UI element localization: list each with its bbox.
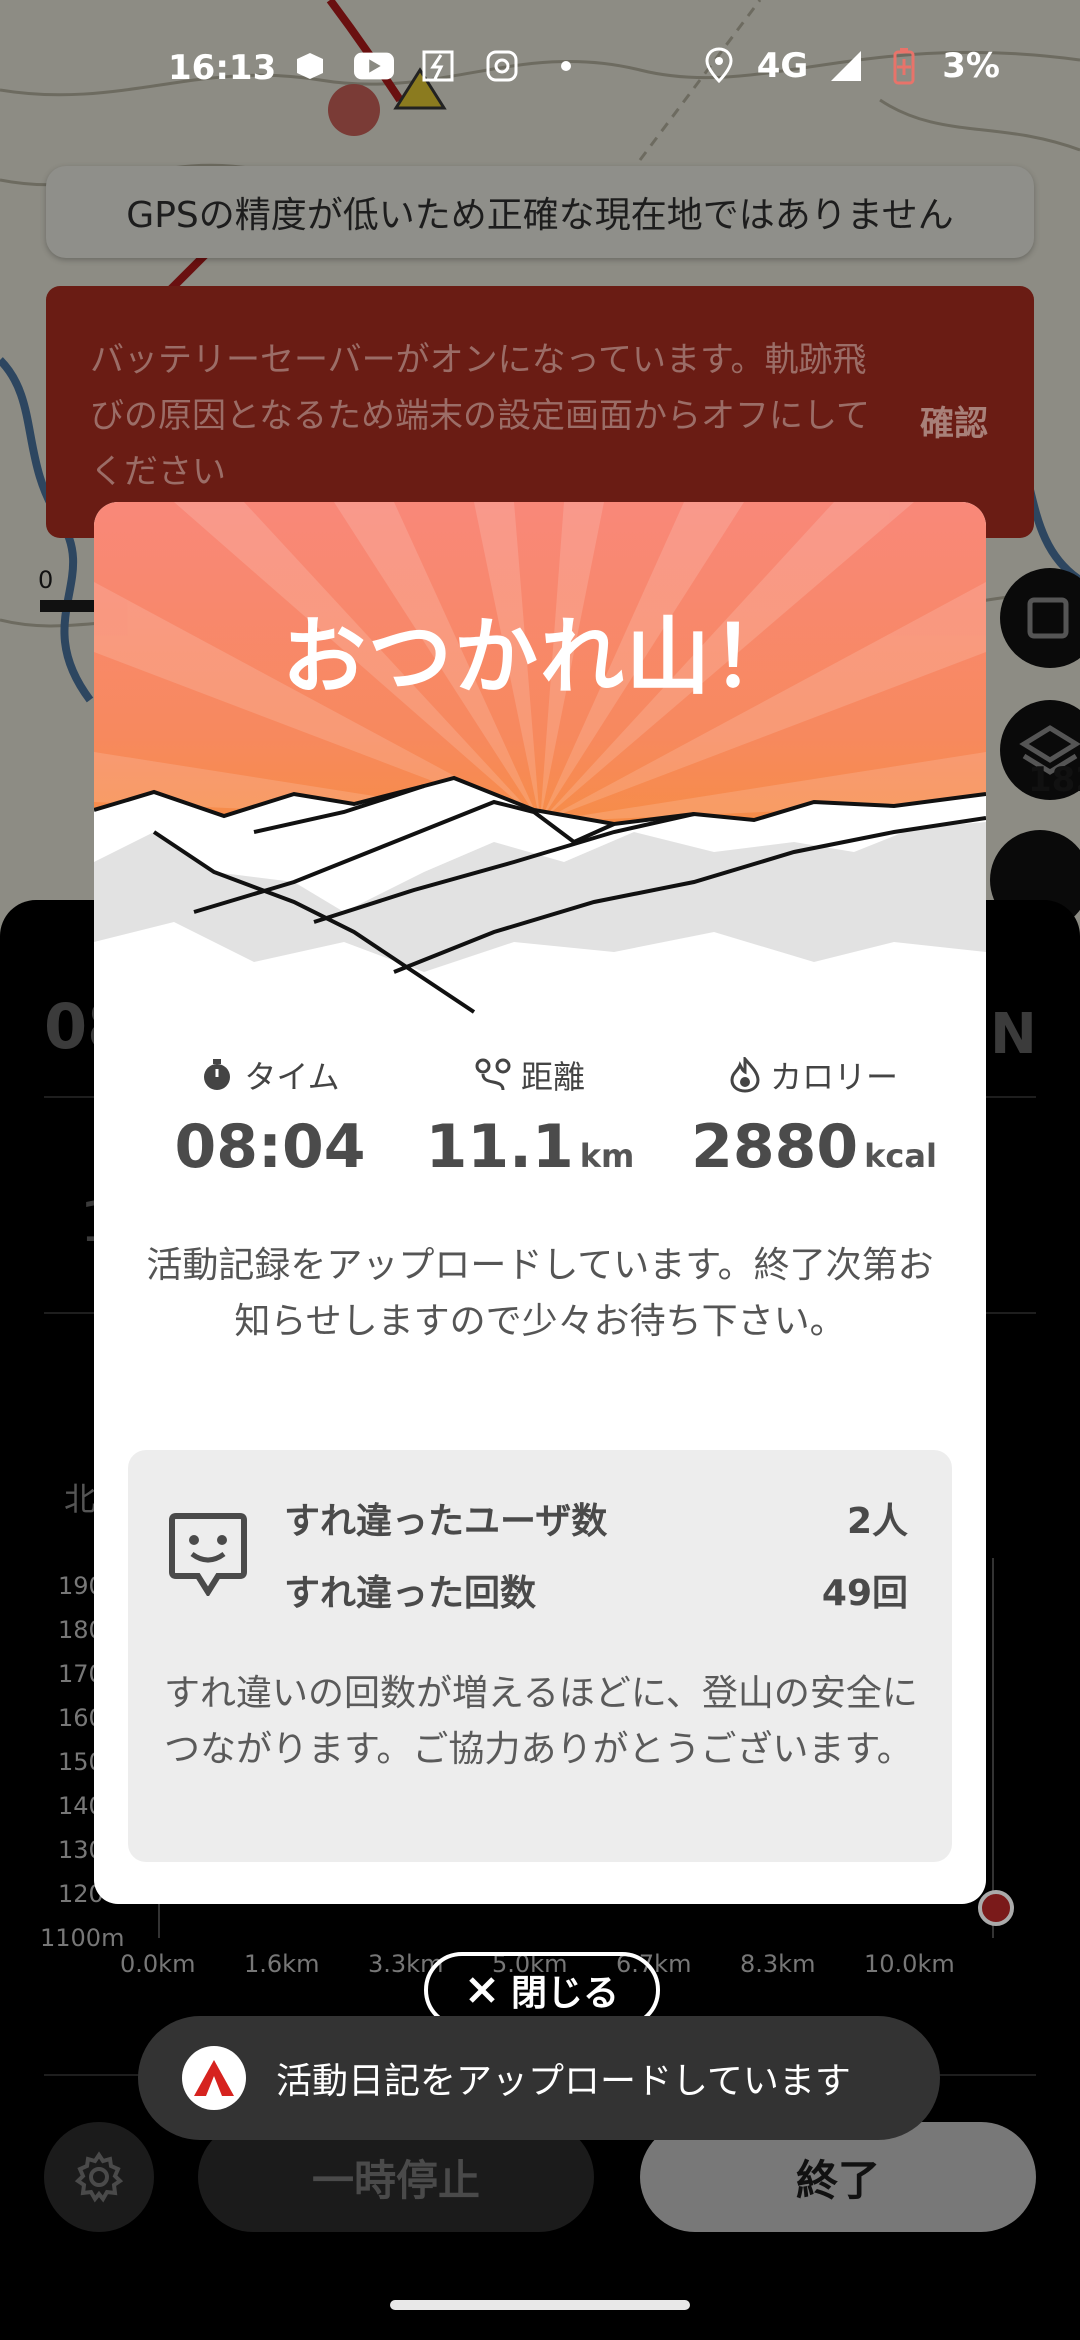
panel-north-partial: 北 <box>64 1480 97 1518</box>
stat-distance-unit: km <box>579 1137 635 1175</box>
dot-icon <box>546 46 586 86</box>
stopwatch-icon <box>204 1059 231 1090</box>
stat-distance-value: 11.1 <box>425 1112 574 1182</box>
gear-icon <box>74 2151 124 2203</box>
summary-hero: おつかれ山！ <box>94 502 986 1022</box>
edit-icon <box>1027 597 1069 639</box>
youtube-icon <box>354 46 394 86</box>
summary-stats: タイム 08:04 距離 11.1 km カロリー 2880 kcal <box>94 1052 986 1202</box>
network-type: 4G <box>756 46 809 86</box>
battery-banner-message: バッテリーセーバーがオンになっています。軌跡飛びの原因となるため端末の設定画面か… <box>90 340 870 492</box>
map-layer-button[interactable] <box>1000 568 1080 668</box>
battery-level: 3% <box>942 46 1000 86</box>
stat-calories-label: カロリー <box>769 1058 898 1096</box>
passing-users-value: 2人 <box>846 1501 908 1542</box>
box-icon <box>290 46 330 86</box>
location-icon <box>699 46 739 86</box>
stat-distance-label: 距離 <box>520 1058 585 1096</box>
status-time: 16:13 <box>168 48 277 88</box>
settings-button[interactable] <box>44 2122 154 2232</box>
passing-count-label: すれ違った回数 <box>284 1573 537 1614</box>
passing-face-icon <box>169 1513 247 1596</box>
gesture-bar[interactable] <box>390 2300 690 2310</box>
status-notifications <box>290 46 586 86</box>
passing-users-row: すれ違ったユーザ数 2人 <box>284 1492 908 1544</box>
battery-saver-banner: バッテリーセーバーがオンになっています。軌跡飛びの原因となるため端末の設定画面か… <box>46 286 1034 538</box>
mountain-illustration <box>94 502 986 1022</box>
battery-confirm-button[interactable]: 確認 <box>920 396 988 452</box>
snackbar-text: 活動日記をアップロードしています <box>276 2061 851 2102</box>
passing-note: すれ違いの回数が増えるほどに、登山の安全につながります。ご協力ありがとうございま… <box>164 1673 918 1770</box>
passing-users-label: すれ違ったユーザ数 <box>284 1501 608 1542</box>
summary-title: おつかれ山！ <box>281 608 798 706</box>
signal-icon <box>826 46 866 86</box>
map-scale-label: 0 <box>38 566 54 594</box>
app-logo-icon <box>182 2046 246 2110</box>
passing-count-value: 49回 <box>821 1573 908 1614</box>
passing-stats-box: すれ違ったユーザ数 2人 すれ違った回数 49回 すれ違いの回数が増えるほどに、… <box>128 1450 952 1862</box>
compass-indicator: N <box>990 1002 1037 1067</box>
flash-off-icon <box>418 46 458 86</box>
gps-accuracy-toast: GPSの精度が低いため正確な現在地ではありません <box>46 166 1034 258</box>
route-icon <box>475 1058 511 1091</box>
close-label: 閉じる <box>510 1973 619 2014</box>
stat-time-value: 08:04 <box>174 1112 366 1182</box>
distance-label: 0.0km <box>120 1950 196 1978</box>
distance-label: 8.3km <box>740 1950 816 1978</box>
finish-summary-dialog: おつかれ山！ タイム 08:04 距離 11.1 km カロリー 2880 kc… <box>94 502 986 1904</box>
stat-calories: カロリー 2880 kcal <box>674 1052 954 1182</box>
status-system: 4G 3% <box>699 46 1000 86</box>
distance-label: 1.6km <box>244 1950 320 1978</box>
distance-label: 10.0km <box>864 1950 955 1978</box>
passing-count-row: すれ違った回数 49回 <box>284 1564 908 1616</box>
battery-icon <box>884 46 924 86</box>
upload-snackbar: 活動日記をアップロードしています <box>138 2016 940 2140</box>
map-partial-label: 182 <box>1028 760 1080 800</box>
stat-calories-unit: kcal <box>864 1137 937 1175</box>
elevation-label: 1100m <box>40 1924 125 1952</box>
stat-time-label: タイム <box>244 1058 340 1096</box>
close-icon <box>469 1977 495 2003</box>
stat-time: タイム 08:04 <box>154 1052 386 1182</box>
current-position-marker <box>978 1890 1014 1926</box>
stat-distance: 距離 11.1 km <box>410 1052 650 1182</box>
instagram-icon <box>482 46 522 86</box>
stat-calories-value: 2880 <box>691 1112 859 1182</box>
flame-icon <box>730 1057 760 1093</box>
status-bar: 16:13 4G 3% <box>0 40 1080 104</box>
upload-status-message: 活動記録をアップロードしています。終了次第お知らせしますので少々お待ち下さい。 <box>146 1245 934 1342</box>
gps-toast-text: GPSの精度が低いため正確な現在地ではありません <box>126 195 954 236</box>
